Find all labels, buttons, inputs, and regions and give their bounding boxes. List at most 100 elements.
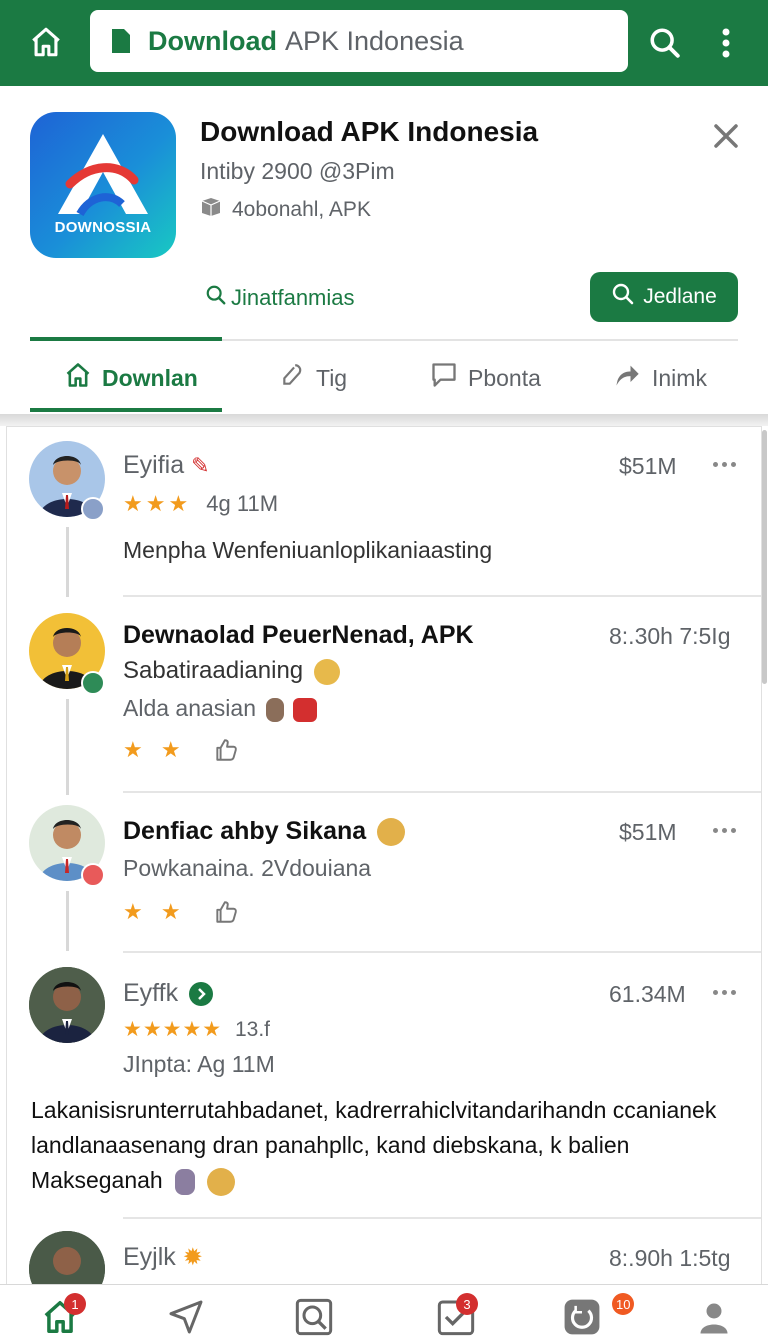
emoji-icon <box>313 658 340 685</box>
avatar[interactable] <box>29 1231 105 1285</box>
red-object-icon <box>292 697 317 722</box>
post-line-text: Sabatiraadianing <box>123 657 304 684</box>
emoji-icon <box>377 818 406 847</box>
share-icon <box>612 361 642 395</box>
avatar-badge <box>81 497 105 521</box>
browser-top-bar: Download APK Indonesia <box>0 0 768 86</box>
post-body: Lakanisisrunterrutahbadanet, kadrerrahic… <box>31 1093 743 1198</box>
nav-search[interactable] <box>292 1295 336 1339</box>
post-line: Alda anasian <box>123 695 317 722</box>
avatar-badge <box>81 671 105 695</box>
search-button-label: Jedlane <box>643 285 717 308</box>
nav-profile[interactable] <box>692 1295 736 1339</box>
search-box-icon <box>295 1298 333 1336</box>
verified-icon <box>189 982 214 1007</box>
post-author-name: Eyffk <box>123 979 179 1007</box>
nav-home[interactable]: 1 <box>38 1293 86 1339</box>
notification-badge: 3 <box>456 1293 478 1315</box>
tab-tig[interactable]: Tig <box>280 354 347 402</box>
more-options-icon[interactable] <box>713 987 743 997</box>
post-meta: 61.34M <box>609 981 686 1007</box>
star-rating: ★ ★ <box>123 737 187 762</box>
notification-badge: 10 <box>612 1293 635 1315</box>
refresh-icon <box>564 1299 600 1335</box>
post-meta: $51M <box>619 819 677 845</box>
rating-text: 4g 11M <box>206 491 279 516</box>
thread-line <box>66 891 69 951</box>
post-body-text: Lakanisisrunterrutahbadanet, kadrerrahic… <box>31 1097 717 1193</box>
post-line-text: Alda anasian <box>123 695 256 721</box>
app-category: 4obonahl, APK <box>200 197 371 223</box>
notification-badge: 1 <box>64 1293 86 1315</box>
post-author-name: Denfiac ahby Sikana <box>123 817 367 845</box>
tab-pbonta[interactable]: Pbonta <box>430 354 541 402</box>
send-icon <box>169 1300 203 1334</box>
search-icon <box>205 284 227 312</box>
nav-discover[interactable] <box>164 1295 208 1339</box>
url-rest-text: APK Indonesia <box>285 25 464 56</box>
search-button[interactable]: Jedlane <box>590 272 738 322</box>
post-meta: $51M <box>619 453 677 479</box>
app-category-text: 4obonahl, APK <box>232 198 371 221</box>
post-meta: 8:.30h 7:5Ig <box>609 623 731 649</box>
tab-label: Pbonta <box>468 364 541 391</box>
figure-icon <box>175 1168 196 1195</box>
tab-inimk[interactable]: Inimk <box>612 354 707 402</box>
post-author[interactable]: Eyffk <box>123 979 214 1008</box>
app-link-label: Jinatfanmias <box>231 285 355 310</box>
tab-label: Tig <box>316 364 348 391</box>
bottom-navigation: 1 3 10 <box>0 1284 768 1344</box>
shadow-band <box>0 414 768 426</box>
url-bar[interactable]: Download APK Indonesia <box>90 10 628 72</box>
active-tab-indicator <box>30 408 222 412</box>
like-icon[interactable] <box>213 899 239 930</box>
separator <box>123 595 761 597</box>
like-icon[interactable] <box>213 737 239 768</box>
avatar[interactable] <box>29 967 105 1043</box>
post-author[interactable]: Eyjlk ✹ <box>123 1243 203 1272</box>
nav-refresh[interactable]: 10 <box>560 1293 635 1339</box>
more-options-icon[interactable] <box>713 459 743 469</box>
post-meta: 8:.90h 1:5tg <box>609 1245 731 1271</box>
search-icon <box>611 282 635 312</box>
post-author[interactable]: Eyifia ✎ <box>123 451 210 480</box>
sun-icon: ✹ <box>182 1244 203 1271</box>
post-line: Sabatiraadianing <box>123 657 340 685</box>
home-icon[interactable] <box>22 22 70 62</box>
tag-icon <box>280 361 306 395</box>
post-author[interactable]: Dewnaolad PeuerNenad, APK <box>123 621 474 650</box>
more-menu-icon[interactable] <box>710 22 742 64</box>
active-indicator <box>30 337 222 341</box>
scrollbar[interactable] <box>762 430 767 684</box>
stars-glyphs: ★★★★★ <box>123 1018 223 1041</box>
post-author[interactable]: Denfiac ahby Sikana <box>123 817 406 847</box>
comment-icon <box>430 361 458 395</box>
separator <box>123 951 761 953</box>
rating-text: 13.f <box>234 1018 271 1041</box>
thread-line <box>66 699 69 795</box>
post-text: Menpha Wenfeniuanloplikaniaasting <box>123 537 493 563</box>
figure-icon <box>266 697 285 722</box>
app-link[interactable]: Jinatfanmias <box>205 284 355 312</box>
tab-label: Downlan <box>102 364 198 391</box>
star-rating: ★★★ 4g 11M <box>123 491 278 517</box>
comment-feed: Eyifia ✎ $51M ★★★ 4g 11M Menpha Wenfeniu… <box>6 426 762 1286</box>
more-options-icon[interactable] <box>713 825 743 835</box>
url-brand-text: Download <box>148 25 277 56</box>
close-icon[interactable] <box>708 118 744 154</box>
tab-label: Inimk <box>652 364 707 391</box>
emoji-icon <box>207 1167 236 1196</box>
post-line: JInpta: Ag 11M <box>123 1051 275 1077</box>
tab-downlan[interactable]: Downlan <box>64 354 198 402</box>
home-icon <box>64 361 92 395</box>
search-icon[interactable] <box>644 22 686 64</box>
stars-glyphs: ★★★ <box>123 491 192 516</box>
app-logo: DOWNOSSIA <box>30 112 176 258</box>
thread-line <box>66 527 69 597</box>
post-author-name: Eyifia <box>123 451 185 479</box>
app-subtitle: Intiby 2900 @3Pim <box>200 158 395 184</box>
post-line: Powkanaina. 2Vdouiana <box>123 855 372 881</box>
post-author-name: Eyjlk <box>123 1243 176 1271</box>
document-icon <box>110 27 134 55</box>
nav-tasks[interactable]: 3 <box>434 1293 478 1339</box>
